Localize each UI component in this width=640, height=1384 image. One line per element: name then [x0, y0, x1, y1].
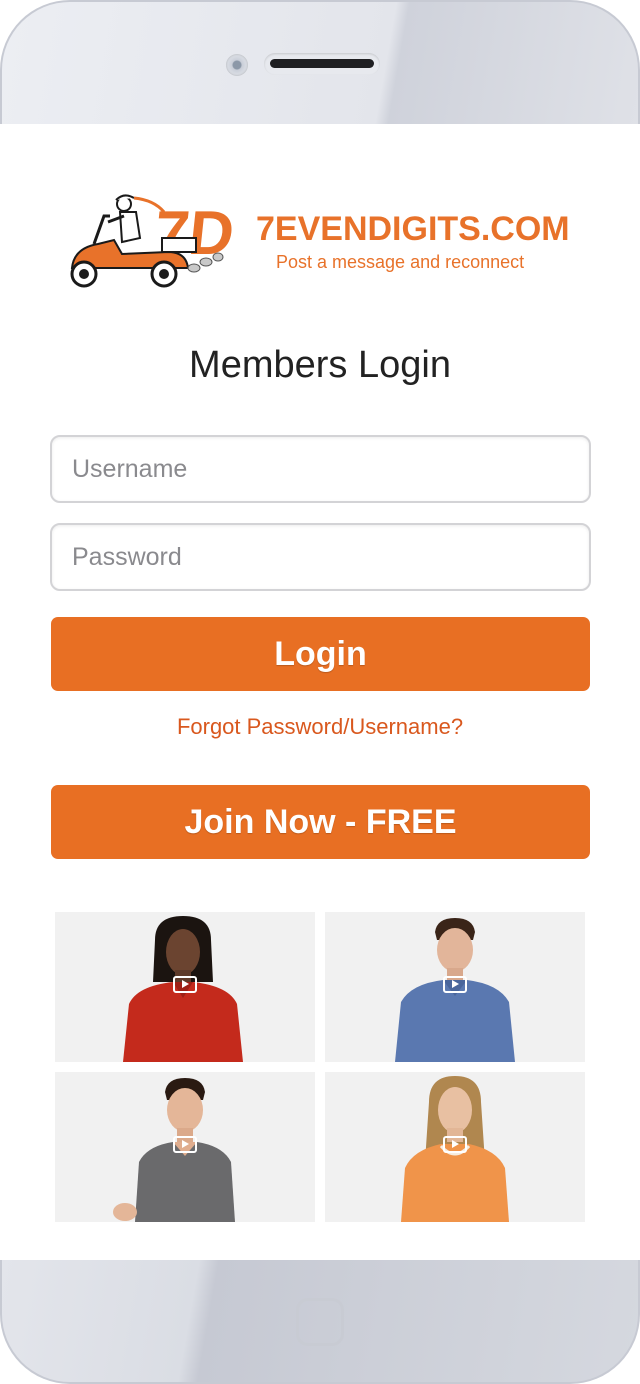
home-button[interactable] — [296, 1298, 344, 1346]
username-input[interactable] — [50, 435, 591, 503]
play-icon — [173, 1136, 197, 1153]
login-button[interactable]: Login — [51, 617, 590, 691]
password-input[interactable] — [50, 523, 591, 591]
video-thumbnail-woman-red[interactable] — [55, 912, 315, 1062]
join-now-button[interactable]: Join Now - FREE — [51, 785, 590, 859]
login-screen: 7D 7EVENDIGITS.COM Post a message and re… — [0, 124, 640, 1260]
video-thumbnail-woman-orange[interactable] — [325, 1072, 585, 1222]
front-camera-icon — [226, 54, 248, 76]
forgot-password-link[interactable]: Forgot Password/Username? — [0, 714, 640, 740]
brand-name: 7EVENDIGITS.COM — [256, 210, 570, 248]
video-thumbnail-man-blue[interactable] — [325, 912, 585, 1062]
play-icon — [173, 976, 197, 993]
play-icon — [443, 976, 467, 993]
brand-tagline: Post a message and reconnect — [276, 252, 525, 272]
brand-logo[interactable]: 7D 7EVENDIGITS.COM Post a message and re… — [64, 182, 584, 294]
earpiece-speaker-icon — [264, 53, 380, 75]
play-icon — [443, 1136, 467, 1153]
phone-frame: 7D 7EVENDIGITS.COM Post a message and re… — [0, 0, 640, 1384]
scooter-rider-logo-icon: 7D — [70, 194, 237, 288]
video-grid — [55, 912, 585, 1222]
video-thumbnail-man-gray[interactable] — [55, 1072, 315, 1222]
page-title: Members Login — [189, 344, 451, 386]
phone-top-bezel — [0, 0, 640, 124]
